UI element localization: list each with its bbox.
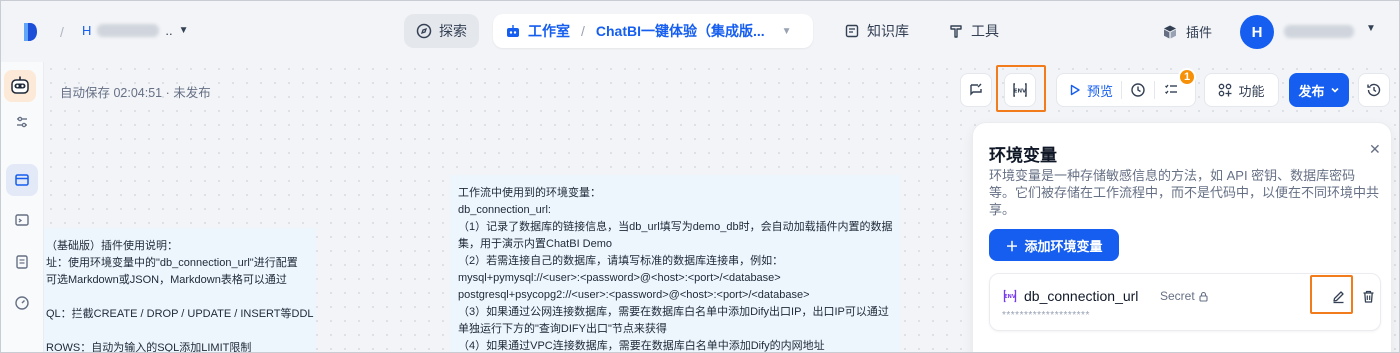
- book-icon: [845, 24, 859, 38]
- add-env-variable-button[interactable]: ＋ 添加环境变量: [989, 229, 1119, 261]
- env-variables-button[interactable]: ENV: [1004, 73, 1036, 107]
- env-icon: ENV: [1013, 83, 1027, 97]
- window-icon: [15, 174, 29, 186]
- workspace-name-suffix: ..: [165, 23, 173, 38]
- cube-icon: [1164, 25, 1176, 38]
- nav-explore[interactable]: 探索: [404, 14, 479, 48]
- nav-studio-label: 工作室: [528, 23, 570, 39]
- publish-button[interactable]: 发布: [1289, 73, 1349, 107]
- features-label: 功能: [1238, 83, 1265, 99]
- sliders-icon: [17, 116, 27, 128]
- message-edit-icon: [970, 83, 982, 96]
- chevron-down-icon[interactable]: ▼: [1366, 23, 1376, 34]
- publish-label: 发布: [1298, 83, 1325, 99]
- delete-variable-button[interactable]: [1358, 286, 1378, 306]
- nav-plugins-label: 插件: [1186, 25, 1213, 40]
- chevron-down-icon[interactable]: ▼: [782, 26, 792, 37]
- checklist-toggle-button[interactable]: [960, 73, 992, 107]
- workspace-initial: H: [82, 23, 92, 38]
- sidebar-item-logs[interactable]: [6, 246, 38, 278]
- sidebar-item-monitoring[interactable]: [6, 287, 38, 319]
- dify-logo[interactable]: [22, 21, 38, 43]
- env-variable-item[interactable]: ENV db_connection_url Secret ***********…: [989, 273, 1381, 331]
- checklist-icon[interactable]: [1163, 82, 1179, 98]
- version-history-button[interactable]: [1358, 73, 1390, 107]
- breadcrumb-separator: /: [60, 24, 64, 40]
- compass-icon: [416, 23, 432, 39]
- nav-tools[interactable]: 工具: [936, 14, 1011, 48]
- env-icon: ENV: [1003, 289, 1017, 303]
- nav-explore-label: 探索: [439, 23, 467, 39]
- pencil-icon: [1332, 290, 1344, 303]
- workspace-selector[interactable]: H .. ▼: [82, 23, 189, 38]
- breadcrumb-separator: /: [581, 23, 585, 39]
- lock-icon: [1199, 291, 1208, 302]
- gauge-icon: [15, 296, 29, 310]
- grid-plus-icon: [1219, 83, 1232, 97]
- preview-button[interactable]: 预览: [1069, 81, 1113, 100]
- run-toolbar-group: 预览: [1056, 73, 1196, 107]
- env-variable-value: ********************: [1002, 310, 1090, 321]
- note-node-plugin-usage[interactable]: （基础版）插件使用说明： 址：使用环境变量中的"db_connection_ur…: [44, 228, 316, 353]
- app-icon[interactable]: [4, 70, 36, 102]
- robot-avatar-icon: [11, 76, 29, 94]
- avatar[interactable]: H: [1240, 15, 1274, 49]
- features-button[interactable]: 功能: [1204, 73, 1279, 107]
- env-variable-name: db_connection_url: [1024, 288, 1139, 304]
- env-variables-panel: 环境变量 ✕ 环境变量是一种存储敏感信息的方法，如 API 密钥、数据库密码等。…: [972, 122, 1392, 353]
- panel-description: 环境变量是一种存储敏感信息的方法，如 API 密钥、数据库密码等。它们被存储在工…: [989, 168, 1380, 217]
- add-env-variable-label: 添加环境变量: [1024, 238, 1103, 254]
- history-icon: [1367, 83, 1381, 97]
- nav-knowledge-label: 知识库: [867, 23, 909, 39]
- chevron-down-icon: [1330, 87, 1339, 93]
- close-icon[interactable]: ✕: [1369, 141, 1381, 158]
- env-variable-type: Secret: [1160, 289, 1209, 303]
- current-app-name[interactable]: ChatBI一键体验（集成版...: [596, 21, 765, 41]
- divider: [1121, 81, 1123, 99]
- panel-title: 环境变量: [989, 146, 1057, 165]
- sidebar-item-orchestrate[interactable]: [6, 164, 38, 196]
- terminal-icon: [15, 214, 29, 226]
- robot-icon: [507, 25, 519, 37]
- nav-plugins[interactable]: 插件: [1162, 22, 1212, 41]
- chevron-down-icon: ▼: [178, 25, 189, 36]
- env-variable-type-label: Secret: [1160, 289, 1195, 303]
- left-sidebar: [0, 62, 44, 353]
- checklist-count-badge: 1: [1178, 68, 1196, 86]
- workspace-name-blurred: [97, 24, 160, 37]
- sidebar-item-settings[interactable]: [6, 106, 38, 138]
- divider: [1154, 81, 1156, 99]
- plus-icon: ＋: [1005, 238, 1019, 254]
- hammer-icon: [950, 25, 962, 38]
- edit-variable-button[interactable]: [1328, 286, 1348, 306]
- trash-icon: [1363, 290, 1373, 303]
- user-name-blurred[interactable]: [1284, 25, 1354, 38]
- nav-tools-label: 工具: [971, 23, 999, 39]
- nav-knowledge[interactable]: 知识库: [832, 14, 921, 48]
- preview-label: 预览: [1087, 83, 1114, 99]
- autosave-status: 自动保存 02:04:51 · 未发布: [60, 86, 211, 100]
- svg-text:ENV: ENV: [1004, 294, 1016, 300]
- note-node-env-vars[interactable]: 工作流中使用到的环境变量： db_connection_url: （1）记录了数…: [450, 175, 900, 353]
- nav-studio[interactable]: 工作室 / ChatBI一键体验（集成版... ▼: [493, 14, 813, 48]
- run-history-icon[interactable]: [1130, 82, 1146, 98]
- document-icon: [16, 255, 28, 269]
- sidebar-item-api[interactable]: [6, 204, 38, 236]
- svg-text:ENV: ENV: [1014, 89, 1027, 95]
- play-icon: [1070, 84, 1080, 96]
- top-navigation: / H .. ▼ 探索 工作室 / ChatBI一键体验（集成版... ▼ 知识…: [0, 0, 1400, 62]
